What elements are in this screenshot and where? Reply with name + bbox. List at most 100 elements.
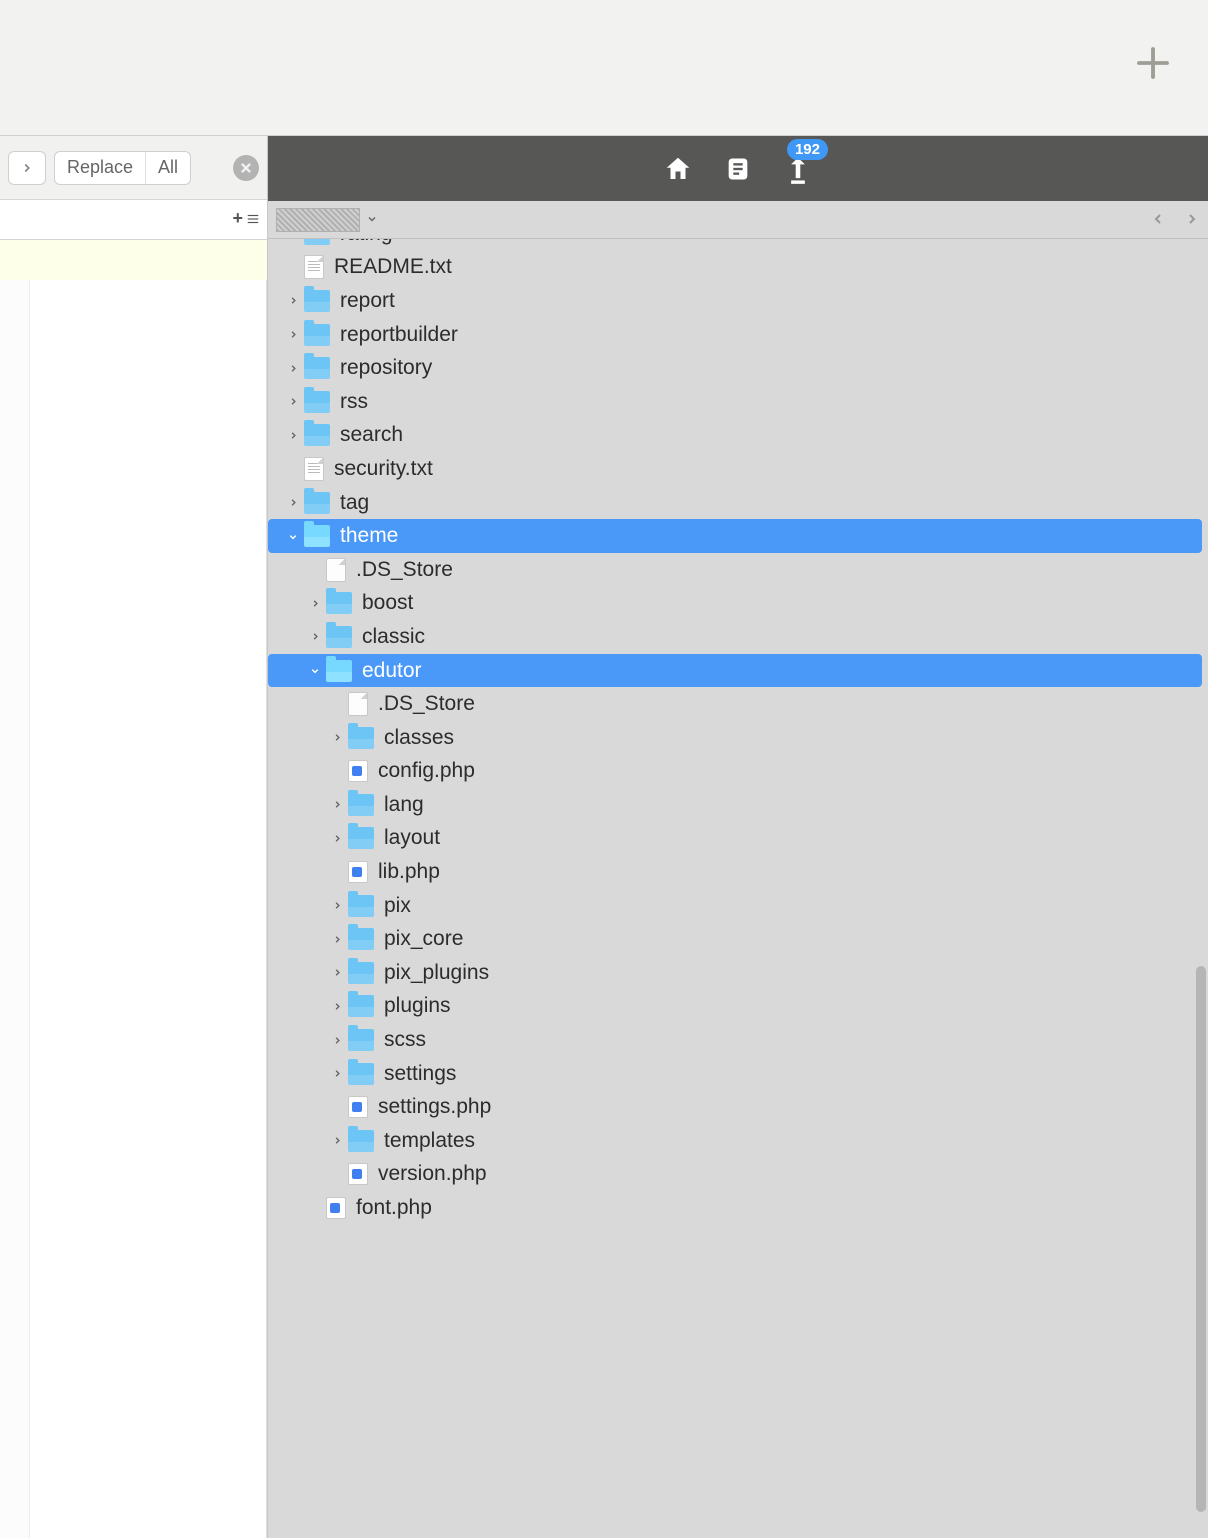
file-row--ds-store[interactable]: .DS_Store <box>268 687 1208 721</box>
tree-item-label: plugins <box>384 994 451 1018</box>
replace-button[interactable]: Replace <box>55 152 145 184</box>
folder-row-settings[interactable]: settings <box>268 1057 1208 1091</box>
folder-row-classes[interactable]: classes <box>268 721 1208 755</box>
chevron-right-icon[interactable] <box>326 732 348 743</box>
folder-row-classic[interactable]: classic <box>268 620 1208 654</box>
chevron-right-icon[interactable] <box>326 1068 348 1079</box>
editor-body[interactable] <box>0 280 267 1538</box>
tree-item-label: classes <box>384 726 454 750</box>
editor-panel: Replace All + <box>0 136 268 1538</box>
tree-item-label: pix_core <box>384 927 463 951</box>
chevron-right-icon[interactable] <box>326 900 348 911</box>
folder-icon <box>348 1130 374 1152</box>
folder-row-lang[interactable]: lang <box>268 788 1208 822</box>
tree-item-label: classic <box>362 625 425 649</box>
folder-row-edutor[interactable]: edutor <box>268 654 1202 688</box>
breadcrumb-bar <box>268 201 1208 239</box>
folder-row-reportbuilder[interactable]: reportbuilder <box>268 318 1208 352</box>
chevron-right-icon[interactable] <box>304 631 326 642</box>
folder-icon <box>304 525 330 547</box>
folder-row-templates[interactable]: templates <box>268 1124 1208 1158</box>
file-icon <box>348 692 368 716</box>
php-file-icon <box>348 861 368 883</box>
chevron-right-icon[interactable] <box>304 598 326 609</box>
tree-item-label: theme <box>340 524 398 548</box>
add-editor-button[interactable]: + <box>232 208 261 229</box>
main-split: Replace All + <box>0 135 1208 1538</box>
chevron-down-icon[interactable] <box>366 212 378 228</box>
folder-row-pix-core[interactable]: pix_core <box>268 922 1208 956</box>
file-row-font-php[interactable]: font.php <box>268 1191 1208 1225</box>
upload-icon[interactable]: 192 <box>782 153 814 185</box>
chevron-down-icon[interactable] <box>288 525 299 547</box>
folder-row-pix-plugins[interactable]: pix_plugins <box>268 956 1208 990</box>
file-tree[interactable]: rating README.txtreport reportbuilder repos… <box>268 239 1208 1538</box>
home-icon[interactable] <box>662 153 694 185</box>
tree-item-label: reportbuilder <box>340 323 458 347</box>
file-row-lib-php[interactable]: lib.php <box>268 855 1208 889</box>
scrollbar-track[interactable] <box>1194 239 1208 1538</box>
search-next-button[interactable] <box>9 152 45 184</box>
php-file-icon <box>348 1163 368 1185</box>
search-nav-group <box>8 151 46 185</box>
chevron-right-icon[interactable] <box>282 497 304 508</box>
chevron-right-icon[interactable] <box>282 363 304 374</box>
folder-row-theme[interactable]: theme <box>268 519 1202 553</box>
chevron-right-icon[interactable] <box>326 799 348 810</box>
chevron-right-icon[interactable] <box>282 295 304 306</box>
file-row-settings-php[interactable]: settings.php <box>268 1090 1208 1124</box>
folder-icon <box>348 895 374 917</box>
folder-row-pix[interactable]: pix <box>268 889 1208 923</box>
breadcrumb-segment[interactable] <box>276 208 360 232</box>
folder-row-plugins[interactable]: plugins <box>268 990 1208 1024</box>
chevron-right-icon[interactable] <box>326 1001 348 1012</box>
chevron-right-icon[interactable] <box>326 833 348 844</box>
file-row-readme-txt[interactable]: README.txt <box>268 251 1208 285</box>
file-toolbar: 192 <box>268 136 1208 201</box>
folder-row-rating[interactable]: rating <box>268 239 1208 251</box>
file-row--ds-store[interactable]: .DS_Store <box>268 553 1208 587</box>
folder-row-report[interactable]: report <box>268 284 1208 318</box>
folder-row-tag[interactable]: tag <box>268 486 1208 520</box>
new-tab-button[interactable] <box>1128 38 1178 88</box>
nav-back-button[interactable] <box>1150 207 1166 233</box>
editor-gutter <box>0 280 30 1538</box>
folder-icon <box>348 995 374 1017</box>
editor-highlight-line <box>0 240 267 280</box>
nav-forward-button[interactable] <box>1184 207 1200 233</box>
folder-row-layout[interactable]: layout <box>268 822 1208 856</box>
folder-icon <box>348 1029 374 1051</box>
chevron-right-icon[interactable] <box>326 1135 348 1146</box>
file-row-config-php[interactable]: config.php <box>268 755 1208 789</box>
scrollbar-thumb[interactable] <box>1196 966 1206 1512</box>
file-icon <box>326 558 346 582</box>
breadcrumb-nav <box>1150 207 1200 233</box>
replace-all-button[interactable]: All <box>145 152 190 184</box>
chevron-right-icon[interactable] <box>326 934 348 945</box>
chevron-down-icon[interactable] <box>310 660 321 682</box>
folder-row-boost[interactable]: boost <box>268 587 1208 621</box>
tree-item-label: config.php <box>378 759 475 783</box>
chevron-right-icon[interactable] <box>326 967 348 978</box>
folder-row-repository[interactable]: repository <box>268 351 1208 385</box>
folder-row-scss[interactable]: scss <box>268 1023 1208 1057</box>
tree-item-label: pix <box>384 894 411 918</box>
file-browser-panel: 192 ratingREADME.txtreportreportbuilderr… <box>268 136 1208 1538</box>
tree-item-label: rating <box>340 239 393 246</box>
folder-icon <box>304 424 330 446</box>
chevron-right-icon[interactable] <box>282 329 304 340</box>
chevron-right-icon[interactable] <box>282 430 304 441</box>
file-row-security-txt[interactable]: security.txt <box>268 452 1208 486</box>
folder-icon <box>326 592 352 614</box>
close-search-button[interactable] <box>233 155 259 181</box>
notes-icon[interactable] <box>722 153 754 185</box>
php-file-icon <box>348 1096 368 1118</box>
folder-row-search[interactable]: search <box>268 419 1208 453</box>
folder-row-rss[interactable]: rss <box>268 385 1208 419</box>
chevron-right-icon[interactable] <box>326 1035 348 1046</box>
tree-item-label: templates <box>384 1129 475 1153</box>
file-row-version-php[interactable]: version.php <box>268 1158 1208 1192</box>
chevron-right-icon[interactable] <box>282 396 304 407</box>
search-replace-bar: Replace All <box>0 136 267 200</box>
tree-item-label: layout <box>384 826 440 850</box>
